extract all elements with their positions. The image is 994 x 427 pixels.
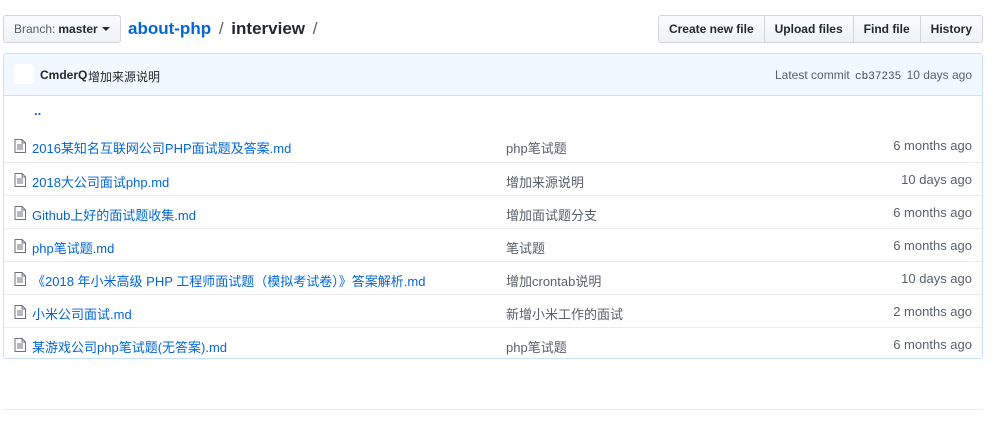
file-commit-message[interactable]: php笔试题 [506,337,567,356]
find-file-button[interactable]: Find file [852,15,921,43]
latest-commit-prefix: Latest commit [775,68,850,82]
file-row: php笔试题.md 笔试题 6 months ago [4,228,982,261]
file-row: 2016某知名互联网公司PHP面试题及答案.md php笔试题 6 months a… [4,129,982,162]
file-row: 小米公司面试.md 新增小米工作的面试 2 months ago [4,294,982,327]
latest-commit-info: Latest commit cb37235 10 days ago [775,68,972,83]
file-name-link[interactable]: 《2018 年小米高级 PHP 工程师面试题（模拟考试卷）》答案解析.md [32,271,425,290]
caret-down-icon [101,27,110,31]
file-navigation: Branch: master about-php / interview / C… [3,15,983,43]
file-commit-message[interactable]: 增加面试题分支 [506,205,597,224]
file-commit-age: 10 days ago [901,271,972,286]
create-new-file-button[interactable]: Create new file [657,15,765,43]
commit-age: 10 days ago [906,68,972,82]
breadcrumb-repo-link[interactable]: about-php [128,19,211,38]
file-icon [14,206,26,220]
breadcrumb-separator: / [312,19,318,38]
file-name-link[interactable]: 2018大公司面试php.md [32,172,169,191]
file-icon [14,305,26,319]
file-name-link[interactable]: Github上好的面试题收集.md [32,205,196,224]
upload-files-button[interactable]: Upload files [763,15,854,43]
file-name-link[interactable]: 小米公司面试.md [32,304,132,323]
avatar[interactable] [14,64,34,84]
breadcrumb: about-php / interview / [128,17,320,41]
file-icon [14,239,26,253]
parent-directory-row: .. [4,96,982,129]
file-commit-message[interactable]: php笔试题 [506,138,567,157]
branch-label: Branch: [14,22,56,36]
file-icon [14,139,26,153]
file-commit-message[interactable]: 笔试题 [506,238,545,257]
divider [3,409,983,410]
latest-commit-bar: CmderQ 增加来源说明 Latest commit cb37235 10 d… [4,54,982,96]
file-name-link[interactable]: 2016某知名互联网公司PHP面试题及答案.md [32,138,291,157]
file-commit-message[interactable]: 增加来源说明 [506,172,584,191]
file-commit-message[interactable]: 新增小米工作的面试 [506,304,623,323]
file-actions-group: Create new file Upload files Find file H… [657,15,983,43]
file-list: CmderQ 增加来源说明 Latest commit cb37235 10 d… [3,53,983,359]
commit-message[interactable]: 增加来源说明 [88,68,160,85]
file-icon [14,272,26,286]
file-row: 《2018 年小米高级 PHP 工程师面试题（模拟考试卷）》答案解析.md 增加c… [4,261,982,294]
branch-name: master [58,22,98,36]
file-name-link[interactable]: php笔试题.md [32,238,114,257]
file-commit-age: 2 months ago [893,304,972,319]
file-row: 某游戏公司php笔试题(无答案).md php笔试题 6 months ago [4,327,982,358]
file-commit-age: 6 months ago [893,138,972,153]
file-commit-age: 6 months ago [893,337,972,352]
breadcrumb-separator: / [218,19,224,38]
file-row: Github上好的面试题收集.md 增加面试题分支 6 months ago [4,195,982,228]
file-icon [14,338,26,352]
file-row: 2018大公司面试php.md 增加来源说明 10 days ago [4,162,982,195]
file-name-link[interactable]: 某游戏公司php笔试题(无答案).md [32,337,227,356]
file-icon [14,173,26,187]
file-commit-age: 6 months ago [893,238,972,253]
parent-directory-link[interactable]: .. [34,103,41,118]
breadcrumb-current-folder: interview [231,19,305,38]
file-commit-age: 6 months ago [893,205,972,220]
file-commit-age: 10 days ago [901,172,972,187]
commit-author[interactable]: CmderQ [40,68,87,82]
branch-select-button[interactable]: Branch: master [3,15,121,43]
history-button[interactable]: History [919,15,983,43]
file-commit-message[interactable]: 增加crontab说明 [506,271,601,290]
commit-sha-link[interactable]: cb37235 [855,71,901,83]
